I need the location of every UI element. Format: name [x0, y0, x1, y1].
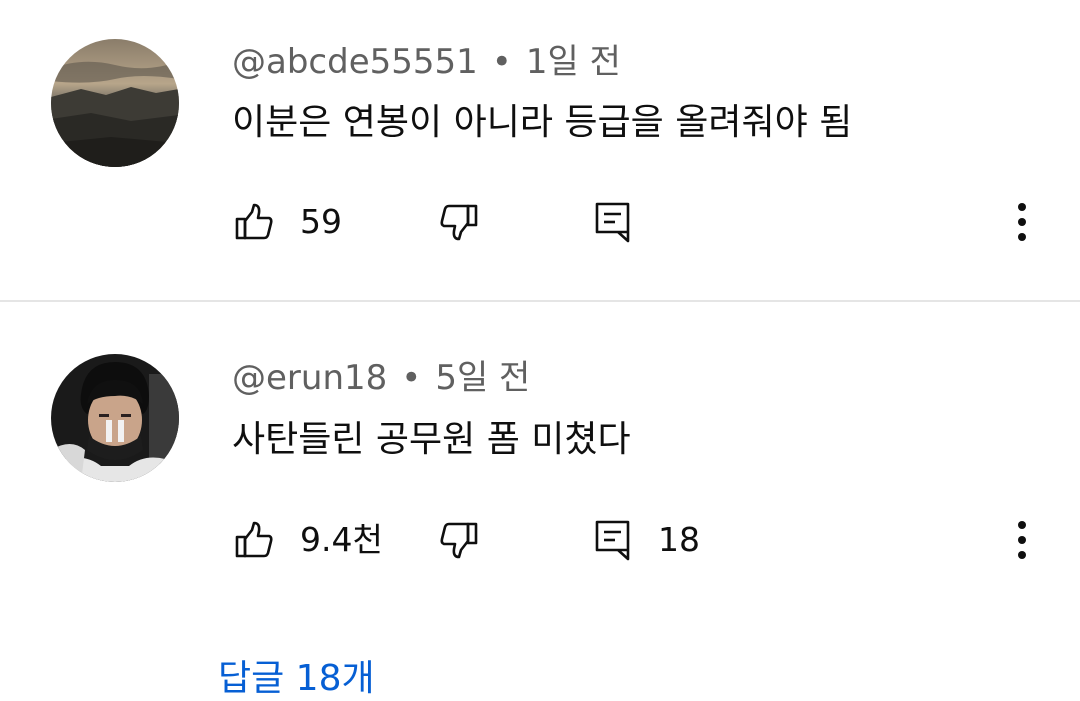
- avatar[interactable]: [51, 39, 179, 167]
- thumbs-up-icon: [234, 202, 274, 242]
- thumbs-down-icon: [439, 202, 479, 242]
- like-count: 9.4천: [300, 520, 383, 559]
- comment-item-2: @erun18 • 5일 전 사탄들린 공무원 폼 미쳤다 9.4천 18: [0, 302, 1080, 697]
- comment-meta: @erun18 • 5일 전: [232, 358, 530, 398]
- reply-count: 18: [658, 520, 700, 559]
- separator-dot: •: [401, 358, 422, 398]
- thumbs-up-icon: [234, 520, 274, 560]
- dislike-button[interactable]: [439, 510, 479, 570]
- comment-icon: [594, 201, 632, 243]
- comment-actions: 59: [0, 192, 1080, 252]
- comment-icon: [594, 519, 632, 561]
- author-name[interactable]: @abcde55551: [232, 42, 478, 82]
- like-count: 59: [300, 202, 342, 241]
- more-options-button[interactable]: [1012, 510, 1032, 570]
- comment-item-1: @abcde55551 • 1일 전 이분은 연봉이 아니라 등급을 올려줘야 됨 …: [0, 0, 1080, 300]
- comment-text: 이분은 연봉이 아니라 등급을 올려줘야 됨: [232, 102, 853, 143]
- comment-text: 사탄들린 공무원 폼 미쳤다: [232, 419, 631, 460]
- separator-dot: •: [491, 42, 512, 82]
- like-button[interactable]: 9.4천: [234, 510, 383, 570]
- thumbs-down-icon: [439, 520, 479, 560]
- reply-button[interactable]: [594, 192, 658, 252]
- avatar[interactable]: [51, 354, 179, 482]
- like-button[interactable]: 59: [234, 192, 342, 252]
- more-vert-icon: [1012, 202, 1032, 242]
- author-name[interactable]: @erun18: [232, 358, 387, 398]
- comment-time: 5일 전: [435, 358, 531, 398]
- view-replies-link[interactable]: 답글 18개: [218, 657, 375, 701]
- more-options-button[interactable]: [1012, 192, 1032, 252]
- comment-meta: @abcde55551 • 1일 전: [232, 42, 621, 82]
- more-vert-icon: [1012, 520, 1032, 560]
- comment-actions: 9.4천 18: [0, 510, 1080, 570]
- dislike-button[interactable]: [439, 192, 479, 252]
- comment-time: 1일 전: [525, 42, 621, 82]
- reply-button[interactable]: 18: [594, 510, 700, 570]
